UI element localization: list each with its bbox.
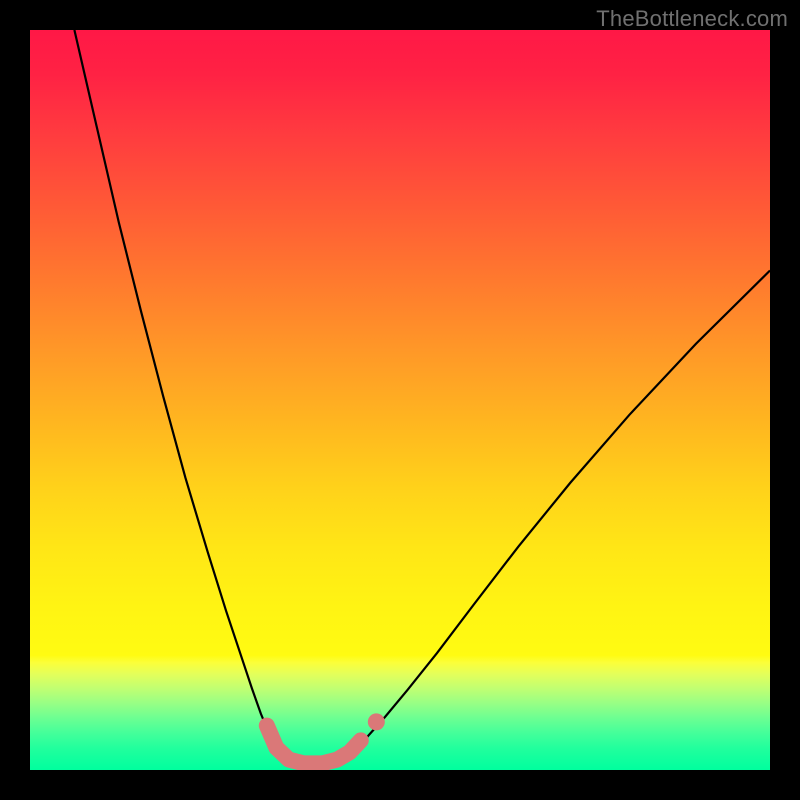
highlight-marker-stroke: [267, 726, 361, 764]
left-curve: [74, 30, 287, 759]
highlight-marker-dot: [368, 713, 385, 730]
right-curve: [341, 271, 770, 759]
plot-area: [30, 30, 770, 770]
outer-frame: TheBottleneck.com: [0, 0, 800, 800]
curve-layer: [30, 30, 770, 770]
watermark-label: TheBottleneck.com: [596, 6, 788, 32]
